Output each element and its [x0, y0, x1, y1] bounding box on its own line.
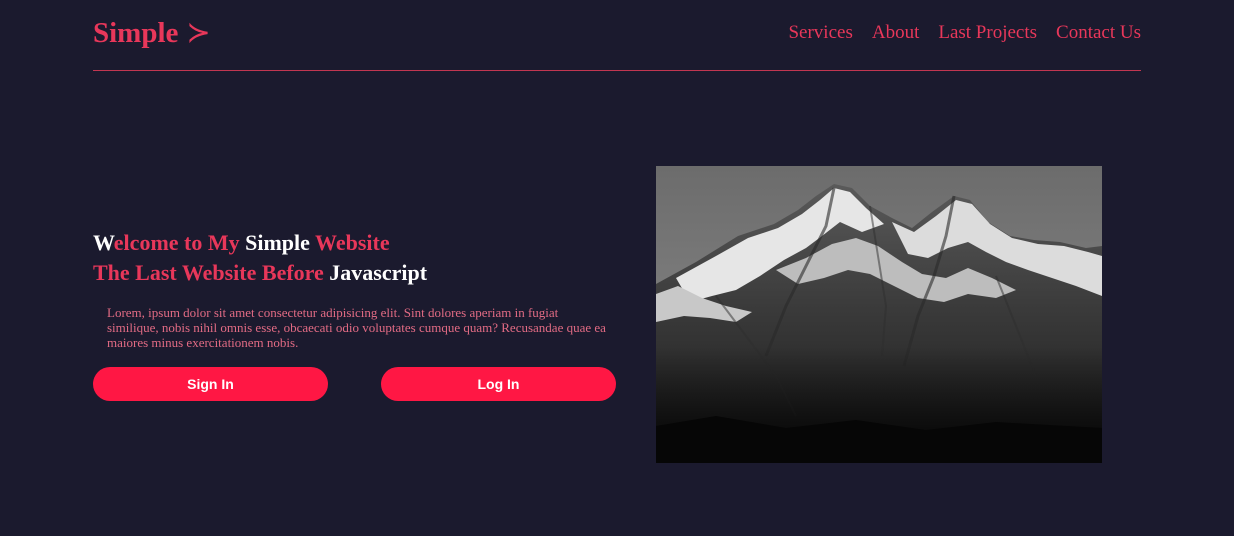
headline-subtitle-text: The Last Website Before: [93, 260, 324, 285]
headline-welcome-text: elcome to My: [113, 230, 240, 255]
hero-headline-line-2: The Last Website Before Javascript: [93, 258, 427, 288]
sign-in-button[interactable]: Sign In: [93, 367, 328, 401]
hero-headline: Welcome to My Simple Website The Last We…: [93, 228, 427, 288]
nav-item-last-projects[interactable]: Last Projects: [938, 22, 1037, 44]
headline-initial: W: [93, 230, 114, 255]
hero-paragraph: Lorem, ipsum dolor sit amet consectetur …: [107, 305, 606, 350]
brand-logo[interactable]: Simple ≻: [93, 16, 211, 50]
chevron-right-icon: ≻: [186, 17, 211, 49]
log-in-button[interactable]: Log In: [381, 367, 616, 401]
headline-simple-text: Simple: [245, 230, 310, 255]
hero-headline-line-1: Welcome to My Simple Website: [93, 228, 427, 258]
nav-item-contact-us[interactable]: Contact Us: [1056, 22, 1141, 44]
main-nav: Services About Last Projects Contact Us: [788, 22, 1141, 44]
headline-javascript-text: Javascript: [329, 260, 428, 285]
mountain-image: [656, 166, 1102, 463]
headline-website-text: Website: [315, 230, 390, 255]
nav-item-services[interactable]: Services: [788, 22, 852, 44]
nav-item-about[interactable]: About: [872, 22, 920, 44]
header-divider: [93, 70, 1141, 71]
brand-name: Simple: [93, 17, 179, 49]
